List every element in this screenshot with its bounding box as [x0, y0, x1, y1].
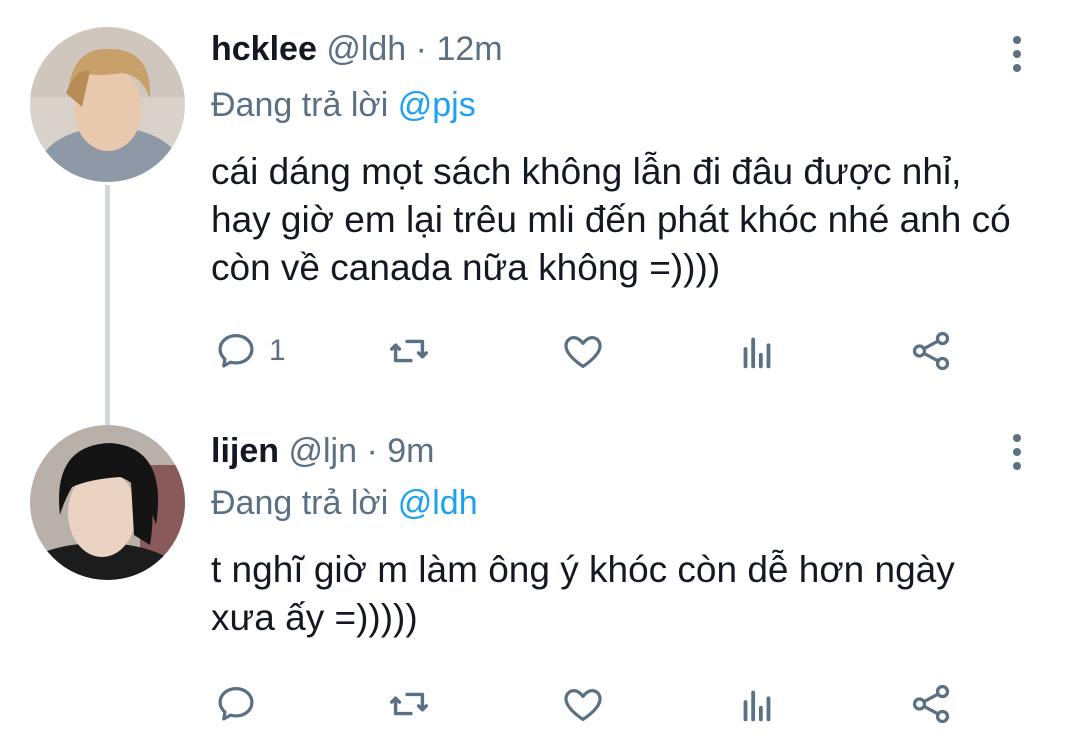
thread-connector-line — [105, 185, 110, 425]
replying-to-label: Đang trả lời — [211, 86, 389, 124]
retweet-icon — [390, 692, 428, 716]
separator: · — [366, 432, 378, 470]
analytics-icon — [743, 337, 771, 369]
display-name[interactable]: hcklee — [211, 30, 317, 68]
analytics-button[interactable] — [734, 326, 780, 376]
comment-icon — [218, 334, 254, 368]
replying-to: Đang trả lời @ldh — [211, 484, 478, 523]
timestamp[interactable]: 12m — [436, 30, 502, 68]
comment-icon — [218, 687, 254, 721]
share-button[interactable] — [908, 326, 954, 376]
handle[interactable]: @ljn — [288, 432, 357, 470]
more-vertical-icon[interactable] — [1005, 36, 1029, 76]
tweet-text: t nghĩ giờ m làm ông ý khóc còn dễ hơn n… — [211, 549, 955, 638]
mention-link[interactable]: @pjs — [398, 86, 476, 124]
handle[interactable]: @ldh — [326, 30, 406, 68]
heart-icon — [564, 335, 602, 368]
analytics-icon — [743, 690, 771, 722]
tweet-header: lijen @ljn · 9m — [211, 432, 434, 471]
reply-button[interactable] — [213, 679, 269, 729]
tweet-text: cái dáng mọt sách không lẫn đi đâu được … — [211, 151, 1011, 288]
timestamp[interactable]: 9m — [387, 432, 434, 470]
reply-button[interactable]: 1 — [213, 326, 286, 376]
retweet-icon — [390, 339, 428, 363]
share-button[interactable] — [908, 679, 954, 729]
tweet-actions: 1 — [211, 326, 971, 376]
share-icon — [912, 331, 950, 371]
display-name[interactable]: lijen — [211, 432, 279, 470]
more-vertical-icon[interactable] — [1005, 434, 1029, 474]
replying-to-label: Đang trả lời — [211, 484, 389, 522]
avatar[interactable] — [30, 27, 185, 182]
share-icon — [912, 684, 950, 724]
avatar[interactable] — [30, 425, 185, 580]
mention-link[interactable]: @ldh — [398, 484, 478, 522]
like-button[interactable] — [560, 326, 606, 376]
reply-count: 1 — [269, 334, 286, 367]
like-button[interactable] — [560, 679, 606, 729]
retweet-button[interactable] — [386, 326, 432, 376]
tweet-header: hcklee @ldh · 12m — [211, 30, 503, 69]
heart-icon — [564, 688, 602, 721]
tweet-actions — [211, 679, 971, 729]
analytics-button[interactable] — [734, 679, 780, 729]
separator: · — [415, 30, 427, 68]
replying-to: Đang trả lời @pjs — [211, 86, 476, 125]
retweet-button[interactable] — [386, 679, 432, 729]
